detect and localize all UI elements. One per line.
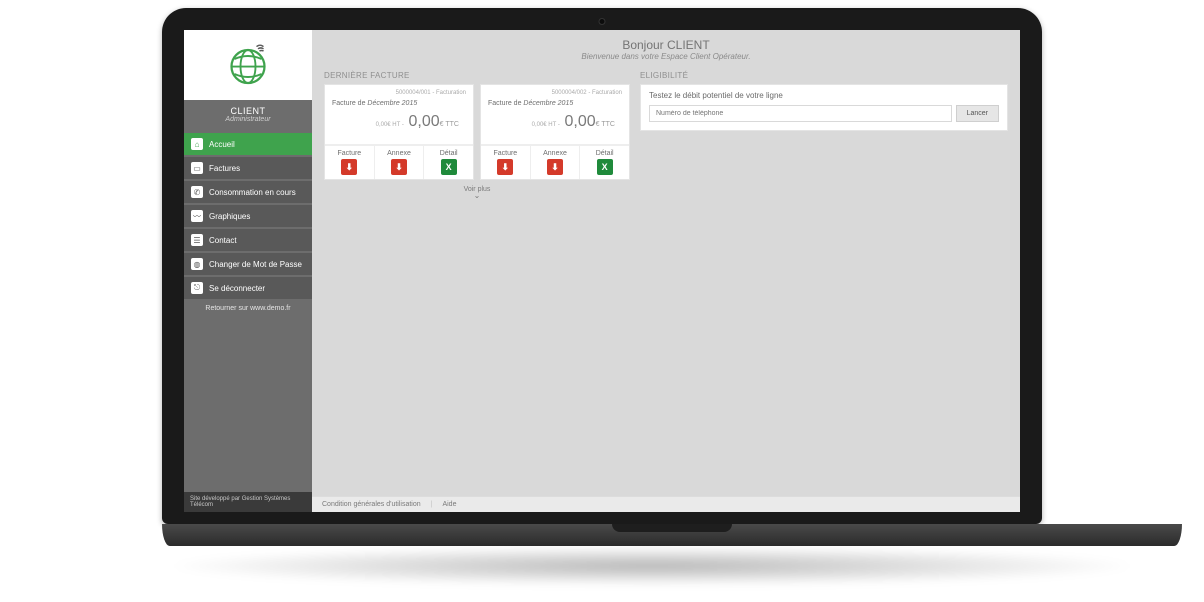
invoice-card-actions: Facture ⬇ Annexe ⬇ Détail X: [325, 145, 473, 179]
invoice-amount-row: 0,00€ HT - 0,00€ TTC: [488, 107, 622, 139]
invoice-amount-ttc: 0,00: [565, 113, 596, 130]
sidebar-item-3[interactable]: 〰 Graphiques: [184, 205, 312, 227]
greeting-subtitle: Bienvenue dans votre Espace Client Opéra…: [312, 52, 1020, 61]
camera-icon: [599, 18, 606, 25]
client-block: CLIENT Administrateur: [184, 100, 312, 133]
annexe-button[interactable]: Annexe ⬇: [375, 146, 425, 179]
globe-logo-icon: [224, 41, 272, 89]
invoice-amount-ht: 0,00€ HT -: [376, 122, 406, 128]
sidebar-item-label: Changer de Mot de Passe: [209, 260, 302, 269]
globe-icon: ◍: [191, 258, 203, 270]
facture-label: Facture: [325, 150, 374, 157]
detail-button[interactable]: Détail X: [580, 146, 629, 179]
invoice-card-1: 5000004/002 - Facturation Facture de Déce…: [480, 84, 630, 180]
invoice-title: Facture de Décembre 2015: [488, 100, 622, 107]
eligibility-form-row: Lancer: [649, 105, 999, 122]
client-role: Administrateur: [188, 116, 308, 123]
sidebar-dev-footer: Site développé par Gestion Systèmes Télé…: [184, 492, 312, 512]
annexe-label: Annexe: [375, 150, 424, 157]
chevron-down-icon: ⌄: [324, 193, 630, 199]
footer-separator: |: [431, 501, 433, 508]
invoice-meta: 5000004/002 - Facturation: [488, 90, 622, 96]
phone-number-input[interactable]: [649, 105, 952, 122]
sidebar-item-0[interactable]: ⌂ Accueil: [184, 133, 312, 155]
sidebar-item-label: Graphiques: [209, 212, 250, 221]
invoice-amount-ttc-suffix: € TTC: [440, 121, 459, 128]
annexe-label: Annexe: [531, 150, 580, 157]
invoice-card-actions: Facture ⬇ Annexe ⬇ Détail X: [481, 145, 629, 179]
return-link[interactable]: Retourner sur www.demo.fr: [184, 299, 312, 318]
eligibility-text: Testez le débit potentiel de votre ligne: [649, 91, 999, 100]
detail-button[interactable]: Détail X: [424, 146, 473, 179]
invoice-card-top: 5000004/001 - Facturation Facture de Déce…: [325, 85, 473, 145]
home-icon: ⌂: [191, 138, 203, 150]
content-row: DERNIÈRE FACTURE 5000004/001 - Facturati…: [312, 65, 1020, 205]
facture-label: Facture: [481, 150, 530, 157]
invoice-amount-row: 0,00€ HT - 0,00€ TTC: [332, 107, 466, 139]
sidebar-item-4[interactable]: ☰ Contact: [184, 229, 312, 251]
invoice-cards: 5000004/001 - Facturation Facture de Déce…: [324, 84, 630, 180]
eligibility-box: Testez le débit potentiel de votre ligne…: [640, 84, 1008, 131]
pdf-icon: ⬇: [341, 159, 357, 175]
sidebar-item-label: Factures: [209, 164, 240, 173]
sidebar-item-2[interactable]: ✆ Consommation en cours: [184, 181, 312, 203]
sidebar-item-5[interactable]: ◍ Changer de Mot de Passe: [184, 253, 312, 275]
excel-icon: X: [597, 159, 613, 175]
facture-button[interactable]: Facture ⬇: [325, 146, 375, 179]
terms-link[interactable]: Condition générales d'utilisation: [322, 501, 421, 508]
invoice-icon: ▭: [191, 162, 203, 174]
logo-area: [184, 30, 312, 100]
main-area: Bonjour CLIENT Bienvenue dans votre Espa…: [312, 30, 1020, 512]
invoice-amount-ht: 0,00€ HT -: [532, 122, 562, 128]
laptop-bezel: CLIENT Administrateur ⌂ Accueil ▭ Factures ✆…: [162, 8, 1042, 524]
invoice-amount-ttc-suffix: € TTC: [596, 121, 615, 128]
sidebar-item-6[interactable]: ⎋ Se déconnecter: [184, 277, 312, 299]
invoice-meta: 5000004/001 - Facturation: [332, 90, 466, 96]
pdf-icon: ⬇: [547, 159, 563, 175]
laptop-base: [162, 524, 1182, 546]
sidebar-item-label: Contact: [209, 236, 237, 245]
phone-icon: ✆: [191, 186, 203, 198]
facture-button[interactable]: Facture ⬇: [481, 146, 531, 179]
logout-icon: ⎋: [191, 282, 203, 294]
sidebar-item-label: Se déconnecter: [209, 284, 265, 293]
sidebar-nav: ⌂ Accueil ▭ Factures ✆ Consommation en cours 〰…: [184, 133, 312, 299]
pdf-icon: ⬇: [391, 159, 407, 175]
invoice-amount-ttc: 0,00: [409, 113, 440, 130]
detail-label: Détail: [424, 150, 473, 157]
sidebar-spacer: [184, 318, 312, 492]
sidebar-item-label: Consommation en cours: [209, 188, 296, 197]
sidebar: CLIENT Administrateur ⌂ Accueil ▭ Factures ✆…: [184, 30, 312, 512]
lancer-button[interactable]: Lancer: [956, 105, 999, 122]
chart-icon: 〰: [191, 210, 203, 222]
excel-icon: X: [441, 159, 457, 175]
annexe-button[interactable]: Annexe ⬇: [531, 146, 581, 179]
invoice-card-0: 5000004/001 - Facturation Facture de Déce…: [324, 84, 474, 180]
laptop-shadow: [162, 546, 1142, 586]
sidebar-item-label: Accueil: [209, 140, 235, 149]
footer-bar: Condition générales d'utilisation | Aide: [312, 496, 1020, 512]
pdf-icon: ⬇: [497, 159, 513, 175]
invoice-title: Facture de Décembre 2015: [332, 100, 466, 107]
invoices-section-title: DERNIÈRE FACTURE: [324, 71, 630, 80]
voir-plus-button[interactable]: Voir plus ⌄: [324, 186, 630, 199]
client-name: CLIENT: [188, 106, 308, 116]
invoices-section: DERNIÈRE FACTURE 5000004/001 - Facturati…: [324, 71, 630, 199]
sidebar-item-1[interactable]: ▭ Factures: [184, 157, 312, 179]
laptop-frame: CLIENT Administrateur ⌂ Accueil ▭ Factures ✆…: [162, 8, 1042, 586]
header: Bonjour CLIENT Bienvenue dans votre Espa…: [312, 30, 1020, 65]
eligibility-section: ELIGIBILITÉ Testez le débit potentiel de…: [640, 71, 1008, 131]
app-root: CLIENT Administrateur ⌂ Accueil ▭ Factures ✆…: [184, 30, 1020, 512]
eligibility-section-title: ELIGIBILITÉ: [640, 71, 1008, 80]
greeting-title: Bonjour CLIENT: [312, 38, 1020, 52]
detail-label: Détail: [580, 150, 629, 157]
app-screen: CLIENT Administrateur ⌂ Accueil ▭ Factures ✆…: [184, 30, 1020, 512]
help-link[interactable]: Aide: [442, 501, 456, 508]
contact-icon: ☰: [191, 234, 203, 246]
invoice-card-top: 5000004/002 - Facturation Facture de Déce…: [481, 85, 629, 145]
